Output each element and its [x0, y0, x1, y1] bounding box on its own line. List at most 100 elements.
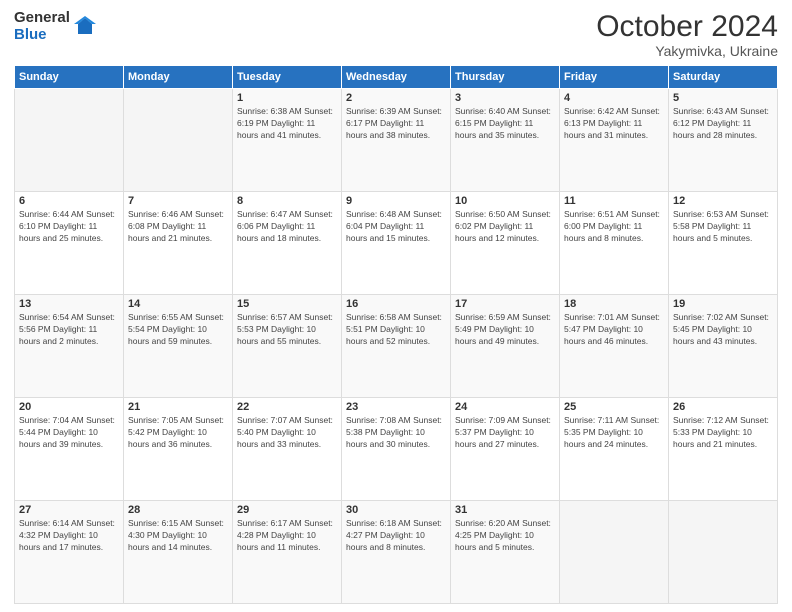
day-number: 20: [19, 401, 119, 413]
day-number: 19: [673, 298, 773, 310]
day-number: 12: [673, 195, 773, 207]
day-number: 23: [346, 401, 446, 413]
day-cell: 30Sunrise: 6:18 AM Sunset: 4:27 PM Dayli…: [342, 501, 451, 604]
day-detail: Sunrise: 6:54 AM Sunset: 5:56 PM Dayligh…: [19, 312, 119, 348]
day-detail: Sunrise: 6:39 AM Sunset: 6:17 PM Dayligh…: [346, 106, 446, 142]
day-number: 16: [346, 298, 446, 310]
logo-blue: Blue: [14, 27, 70, 44]
header-cell-wednesday: Wednesday: [342, 66, 451, 89]
day-detail: Sunrise: 6:46 AM Sunset: 6:08 PM Dayligh…: [128, 209, 228, 245]
calendar-header: SundayMondayTuesdayWednesdayThursdayFrid…: [15, 66, 778, 89]
title-month: October 2024: [596, 10, 778, 43]
day-number: 24: [455, 401, 555, 413]
day-number: 21: [128, 401, 228, 413]
day-cell: 27 Sunrise: 6:14 AM Sunset: 4:32 PM Dayli…: [15, 501, 124, 604]
day-number: 25: [564, 401, 664, 413]
day-cell: 10 Sunrise: 6:50 AM Sunset: 6:02 PM Dayli…: [451, 192, 560, 295]
day-cell: [669, 501, 778, 604]
day-number: 7: [128, 195, 228, 207]
day-detail: Sunrise: 7:04 AM Sunset: 5:44 PM Dayligh…: [19, 415, 119, 451]
day-cell: [560, 501, 669, 604]
day-cell: 5 Sunrise: 6:43 AM Sunset: 6:12 PM Daylig…: [669, 89, 778, 192]
day-detail: Sunrise: 6:48 AM Sunset: 6:04 PM Dayligh…: [346, 209, 446, 245]
logo-general: General: [14, 10, 70, 27]
week-row-3: 13 Sunrise: 6:54 AM Sunset: 5:56 PM Dayli…: [15, 295, 778, 398]
day-detail: Sunrise: 6:43 AM Sunset: 6:12 PM Dayligh…: [673, 106, 773, 142]
day-detail: Sunrise: 6:18 AM Sunset: 4:27 PM Dayligh…: [346, 518, 446, 554]
week-row-1: 1 Sunrise: 6:38 AM Sunset: 6:19 PM Daylig…: [15, 89, 778, 192]
day-cell: 16 Sunrise: 6:58 AM Sunset: 5:51 PM Dayli…: [342, 295, 451, 398]
day-detail: Sunrise: 7:02 AM Sunset: 5:45 PM Dayligh…: [673, 312, 773, 348]
day-cell: 1 Sunrise: 6:38 AM Sunset: 6:19 PM Daylig…: [233, 89, 342, 192]
day-cell: 7 Sunrise: 6:46 AM Sunset: 6:08 PM Daylig…: [124, 192, 233, 295]
day-number: 27: [19, 504, 119, 516]
day-number: 14: [128, 298, 228, 310]
day-number: 28: [128, 504, 228, 516]
day-detail: Sunrise: 6:44 AM Sunset: 6:10 PM Dayligh…: [19, 209, 119, 245]
day-detail: Sunrise: 6:57 AM Sunset: 5:53 PM Dayligh…: [237, 312, 337, 348]
day-detail: Sunrise: 6:42 AM Sunset: 6:13 PM Dayligh…: [564, 106, 664, 142]
day-detail: Sunrise: 6:58 AM Sunset: 5:51 PM Dayligh…: [346, 312, 446, 348]
day-cell: 17 Sunrise: 6:59 AM Sunset: 5:49 PM Dayli…: [451, 295, 560, 398]
day-cell: 13 Sunrise: 6:54 AM Sunset: 5:56 PM Dayli…: [15, 295, 124, 398]
page-header: General Blue October 2024 Yakymivka, Ukr…: [14, 10, 778, 59]
header-cell-saturday: Saturday: [669, 66, 778, 89]
day-detail: Sunrise: 6:14 AM Sunset: 4:32 PM Dayligh…: [19, 518, 119, 554]
day-number: 9: [346, 195, 446, 207]
day-cell: 19 Sunrise: 7:02 AM Sunset: 5:45 PM Dayli…: [669, 295, 778, 398]
day-cell: 14 Sunrise: 6:55 AM Sunset: 5:54 PM Dayli…: [124, 295, 233, 398]
day-detail: Sunrise: 6:40 AM Sunset: 6:15 PM Dayligh…: [455, 106, 555, 142]
day-number: 3: [455, 92, 555, 104]
week-row-5: 27 Sunrise: 6:14 AM Sunset: 4:32 PM Dayli…: [15, 501, 778, 604]
day-detail: Sunrise: 7:09 AM Sunset: 5:37 PM Dayligh…: [455, 415, 555, 451]
day-cell: 25Sunrise: 7:11 AM Sunset: 5:35 PM Dayli…: [560, 398, 669, 501]
title-location: Yakymivka, Ukraine: [596, 43, 778, 59]
day-detail: Sunrise: 6:17 AM Sunset: 4:28 PM Dayligh…: [237, 518, 337, 554]
day-detail: Sunrise: 6:50 AM Sunset: 6:02 PM Dayligh…: [455, 209, 555, 245]
day-number: 11: [564, 195, 664, 207]
header-cell-sunday: Sunday: [15, 66, 124, 89]
day-detail: Sunrise: 6:55 AM Sunset: 5:54 PM Dayligh…: [128, 312, 228, 348]
day-number: 10: [455, 195, 555, 207]
day-number: 17: [455, 298, 555, 310]
day-number: 15: [237, 298, 337, 310]
title-block: October 2024 Yakymivka, Ukraine: [596, 10, 778, 59]
day-detail: Sunrise: 7:08 AM Sunset: 5:38 PM Dayligh…: [346, 415, 446, 451]
header-cell-monday: Monday: [124, 66, 233, 89]
day-number: 31: [455, 504, 555, 516]
day-number: 8: [237, 195, 337, 207]
day-detail: Sunrise: 6:53 AM Sunset: 5:58 PM Dayligh…: [673, 209, 773, 245]
day-cell: 11 Sunrise: 6:51 AM Sunset: 6:00 PM Dayli…: [560, 192, 669, 295]
day-cell: 15 Sunrise: 6:57 AM Sunset: 5:53 PM Dayli…: [233, 295, 342, 398]
day-cell: 26Sunrise: 7:12 AM Sunset: 5:33 PM Dayli…: [669, 398, 778, 501]
day-number: 6: [19, 195, 119, 207]
day-cell: 6 Sunrise: 6:44 AM Sunset: 6:10 PM Daylig…: [15, 192, 124, 295]
day-cell: 20 Sunrise: 7:04 AM Sunset: 5:44 PM Dayli…: [15, 398, 124, 501]
header-cell-tuesday: Tuesday: [233, 66, 342, 89]
day-detail: Sunrise: 6:59 AM Sunset: 5:49 PM Dayligh…: [455, 312, 555, 348]
day-cell: 12 Sunrise: 6:53 AM Sunset: 5:58 PM Dayli…: [669, 192, 778, 295]
day-number: 13: [19, 298, 119, 310]
day-number: 29: [237, 504, 337, 516]
day-cell: 2Sunrise: 6:39 AM Sunset: 6:17 PM Daylig…: [342, 89, 451, 192]
day-detail: Sunrise: 6:51 AM Sunset: 6:00 PM Dayligh…: [564, 209, 664, 245]
day-detail: Sunrise: 7:01 AM Sunset: 5:47 PM Dayligh…: [564, 312, 664, 348]
day-number: 18: [564, 298, 664, 310]
day-cell: 23 Sunrise: 7:08 AM Sunset: 5:38 PM Dayli…: [342, 398, 451, 501]
day-cell: 24 Sunrise: 7:09 AM Sunset: 5:37 PM Dayli…: [451, 398, 560, 501]
logo: General Blue: [14, 10, 96, 43]
day-cell: 31Sunrise: 6:20 AM Sunset: 4:25 PM Dayli…: [451, 501, 560, 604]
day-cell: 18 Sunrise: 7:01 AM Sunset: 5:47 PM Dayli…: [560, 295, 669, 398]
day-cell: 28Sunrise: 6:15 AM Sunset: 4:30 PM Dayli…: [124, 501, 233, 604]
day-cell: [15, 89, 124, 192]
day-detail: Sunrise: 6:38 AM Sunset: 6:19 PM Dayligh…: [237, 106, 337, 142]
day-detail: Sunrise: 7:05 AM Sunset: 5:42 PM Dayligh…: [128, 415, 228, 451]
header-row: SundayMondayTuesdayWednesdayThursdayFrid…: [15, 66, 778, 89]
header-cell-thursday: Thursday: [451, 66, 560, 89]
day-number: 5: [673, 92, 773, 104]
day-cell: 21 Sunrise: 7:05 AM Sunset: 5:42 PM Dayli…: [124, 398, 233, 501]
week-row-2: 6 Sunrise: 6:44 AM Sunset: 6:10 PM Daylig…: [15, 192, 778, 295]
day-cell: 22Sunrise: 7:07 AM Sunset: 5:40 PM Dayli…: [233, 398, 342, 501]
day-cell: 3 Sunrise: 6:40 AM Sunset: 6:15 PM Daylig…: [451, 89, 560, 192]
day-number: 1: [237, 92, 337, 104]
